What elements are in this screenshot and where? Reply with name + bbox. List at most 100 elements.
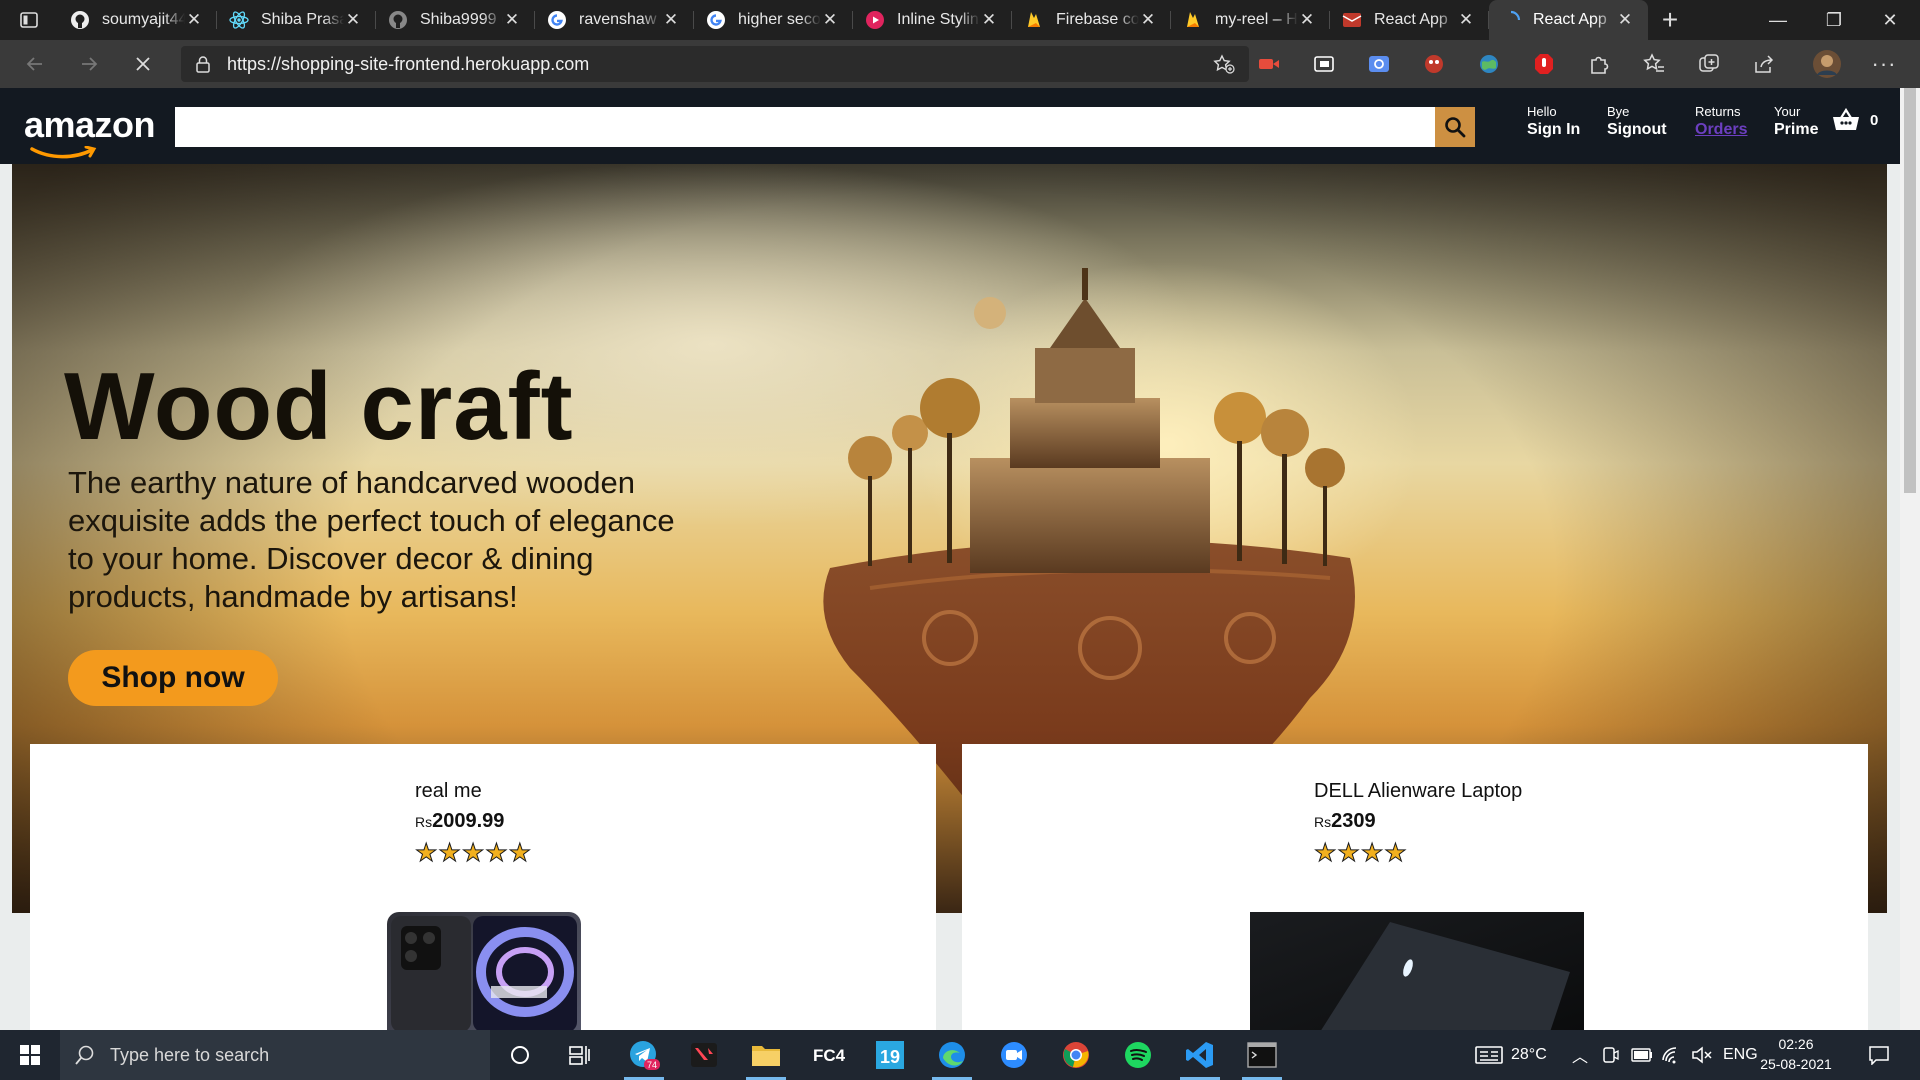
github-icon — [70, 10, 90, 30]
notification-center-button[interactable] — [1868, 1030, 1890, 1080]
product-rating: ★★★★★ — [414, 839, 533, 868]
amazon-logo[interactable]: amazon — [24, 104, 156, 159]
tab-close-icon[interactable]: ✕ — [662, 10, 680, 30]
task-view-button[interactable] — [550, 1030, 610, 1080]
url-text: https://shopping-site-frontend.herokuapp… — [227, 53, 590, 74]
collections-icon[interactable] — [1686, 40, 1732, 88]
tab-close-icon[interactable]: ✕ — [1298, 10, 1316, 30]
picture-in-picture-icon[interactable] — [1301, 40, 1347, 88]
address-bar[interactable]: https://shopping-site-frontend.herokuapp… — [181, 46, 1249, 82]
hero-description: The earthy nature of handcarved wooden e… — [68, 465, 675, 614]
browser-tab[interactable]: Shiba Prasad ✕ — [217, 0, 376, 40]
header-option-line1: Bye — [1607, 104, 1630, 119]
tab-actions-button[interactable] — [0, 0, 58, 40]
browser-tab-strip: soumyajit4419 ✕ Shiba Prasad ✕ Shiba9999… — [0, 0, 1920, 40]
tab-label: soumyajit4419 — [102, 11, 185, 28]
fc4-button[interactable]: FC4 — [798, 1030, 858, 1080]
profile-avatar[interactable] — [1804, 40, 1850, 88]
tab-label: React App — [1374, 11, 1448, 28]
add-favorite-icon[interactable] — [1213, 54, 1235, 79]
record-extension-icon[interactable] — [1246, 40, 1292, 88]
weather-widget[interactable]: 28°C — [1475, 1030, 1547, 1080]
lock-icon — [196, 56, 210, 73]
volume-muted-icon[interactable] — [1691, 1030, 1713, 1080]
header-option-prime[interactable]: Your Prime — [1774, 104, 1818, 139]
favorites-icon[interactable] — [1631, 40, 1677, 88]
taskbar-search[interactable]: Type here to search — [60, 1030, 490, 1080]
browser-tab[interactable]: higher seco ✕ — [694, 0, 853, 40]
page-scrollbar[interactable] — [1900, 88, 1920, 1030]
more-options-icon[interactable]: ··· — [1861, 40, 1907, 88]
browser-tab[interactable]: React App ✕ — [1330, 0, 1489, 40]
forward-button[interactable] — [62, 40, 116, 88]
tab-label: Shiba9999 ( — [420, 11, 503, 28]
terminal-icon — [1247, 1042, 1277, 1068]
browser-tab[interactable]: Inline Stylin ✕ — [853, 0, 1012, 40]
globe-extension-icon[interactable] — [1466, 40, 1512, 88]
telegram-button[interactable]: 74 — [614, 1030, 674, 1080]
search-button[interactable] — [1435, 107, 1475, 147]
edge-icon — [939, 1042, 965, 1068]
wifi-icon[interactable] — [1661, 1030, 1683, 1080]
shop-now-button[interactable]: Shop now — [68, 650, 278, 706]
minimize-button[interactable]: — — [1750, 0, 1806, 40]
header-option-orders[interactable]: Returns Orders — [1695, 104, 1747, 139]
stop-loading-button[interactable] — [116, 40, 170, 88]
zoom-button[interactable] — [984, 1030, 1044, 1080]
file-explorer-button[interactable] — [736, 1030, 796, 1080]
share-icon[interactable] — [1741, 40, 1787, 88]
valorant-icon — [691, 1043, 717, 1067]
chrome-icon — [1063, 1042, 1089, 1068]
svg-text:19: 19 — [880, 1047, 900, 1067]
browser-tab[interactable]: Shiba9999 ( ✕ — [376, 0, 535, 40]
tab-close-icon[interactable]: ✕ — [503, 10, 521, 30]
tab-label: ravenshaw j — [579, 11, 662, 28]
tab-close-icon[interactable]: ✕ — [1139, 10, 1157, 30]
browser-tab-active[interactable]: React App ✕ — [1489, 0, 1648, 40]
tab-label: my-reel – H — [1215, 11, 1298, 28]
start-button[interactable] — [0, 1030, 60, 1080]
tab-close-icon[interactable]: ✕ — [185, 10, 203, 30]
meet-now-icon[interactable] — [1601, 1030, 1619, 1080]
tab-label: Firebase co — [1056, 11, 1139, 28]
new-tab-button[interactable]: + — [1648, 0, 1692, 40]
browser-tab[interactable]: Firebase co ✕ — [1012, 0, 1171, 40]
extensions-puzzle-icon[interactable] — [1576, 40, 1622, 88]
tab-close-icon[interactable]: ✕ — [1616, 10, 1634, 30]
battery-icon[interactable] — [1631, 1030, 1653, 1080]
close-window-button[interactable]: ✕ — [1862, 0, 1918, 40]
browser-tab[interactable]: my-reel – H ✕ — [1171, 0, 1330, 40]
browser-tab[interactable]: soumyajit4419 ✕ — [58, 0, 217, 40]
price-value: 2309 — [1331, 810, 1376, 832]
tab-close-icon[interactable]: ✕ — [344, 10, 362, 30]
weather-icon — [1475, 1046, 1503, 1064]
terminal-button[interactable] — [1232, 1030, 1292, 1080]
red-extension-icon[interactable] — [1411, 40, 1457, 88]
vscode-button[interactable] — [1170, 1030, 1230, 1080]
spotify-button[interactable] — [1108, 1030, 1168, 1080]
language-indicator[interactable]: ENG — [1723, 1030, 1758, 1080]
tab-close-icon[interactable]: ✕ — [1457, 10, 1475, 30]
back-button[interactable] — [8, 40, 62, 88]
header-option-signout[interactable]: Bye Signout — [1607, 104, 1667, 139]
chrome-button[interactable] — [1046, 1030, 1106, 1080]
tab-close-icon[interactable]: ✕ — [980, 10, 998, 30]
vscode-icon — [1186, 1042, 1213, 1068]
restore-button[interactable]: ❐ — [1806, 0, 1862, 40]
search-input[interactable] — [175, 107, 1435, 147]
tab-label: React App — [1533, 11, 1607, 28]
edge-button[interactable] — [922, 1030, 982, 1080]
screen-capture-icon[interactable] — [1356, 40, 1402, 88]
show-hidden-icons-button[interactable]: ︿ — [1572, 1030, 1588, 1080]
tab-close-icon[interactable]: ✕ — [821, 10, 839, 30]
system-clock[interactable]: 02:26 25-08-2021 — [1756, 1034, 1836, 1074]
cortana-button[interactable] — [490, 1030, 550, 1080]
basket-button[interactable]: 0 — [1832, 108, 1878, 132]
adblock-icon[interactable] — [1521, 40, 1567, 88]
scrollbar-thumb[interactable] — [1904, 88, 1916, 493]
calendar-app-button[interactable]: 19 — [860, 1030, 920, 1080]
orders-link[interactable]: Orders — [1695, 121, 1747, 139]
valorant-button[interactable] — [674, 1030, 734, 1080]
browser-tab[interactable]: ravenshaw j ✕ — [535, 0, 694, 40]
header-option-signin[interactable]: Hello Sign In — [1527, 104, 1580, 139]
